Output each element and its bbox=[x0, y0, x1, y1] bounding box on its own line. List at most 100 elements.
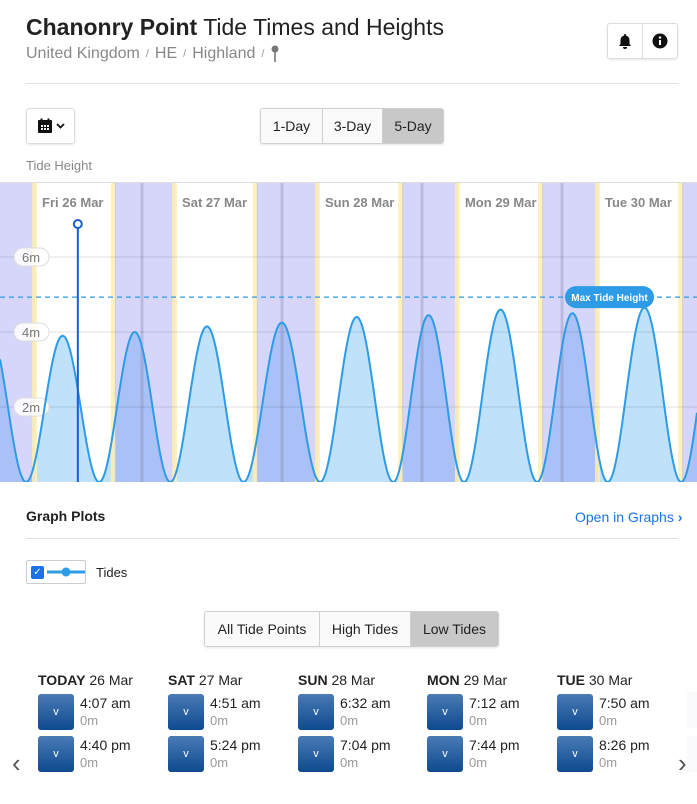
low-tide-arrow-icon[interactable]: v bbox=[298, 736, 334, 772]
tide-day: TODAY 26 Mar v 4:07 am 0m v 4:40 pm 0m bbox=[38, 672, 158, 778]
header-actions bbox=[607, 23, 678, 59]
tab-1-day[interactable]: 1-Day bbox=[261, 109, 322, 143]
tide-height: 0m bbox=[210, 755, 229, 770]
tide-entry: v 4:51 am 0m bbox=[168, 694, 288, 736]
next-day-preview bbox=[687, 672, 697, 772]
day-label: Sat 27 Mar bbox=[182, 195, 247, 210]
breadcrumb-separator: / bbox=[183, 48, 187, 60]
open-in-graphs-link[interactable]: Open in Graphs › bbox=[575, 509, 682, 525]
title-suffix: Tide Times and Heights bbox=[197, 14, 444, 40]
map-pin-icon[interactable] bbox=[270, 45, 280, 63]
tide-day-header: SUN 28 Mar bbox=[298, 672, 376, 688]
tide-chart[interactable]: 2m 4m 6m Max Tide Height Fri 26 Mar Sat 27 Ma… bbox=[0, 182, 697, 482]
tide-height: 0m bbox=[599, 755, 618, 770]
low-tide-arrow-icon[interactable]: v bbox=[557, 694, 593, 730]
divider bbox=[26, 83, 678, 84]
chevron-right-icon: › bbox=[677, 509, 683, 525]
day-label-date: 30 Mar bbox=[631, 195, 672, 210]
calendar-icon bbox=[37, 118, 52, 133]
tide-height: 0m bbox=[340, 755, 359, 770]
day-label-dow: Sat bbox=[182, 195, 203, 210]
tide-entry: v 5:24 pm 0m bbox=[168, 736, 288, 778]
low-tide-arrow-icon[interactable]: v bbox=[168, 694, 204, 730]
prev-button[interactable]: ‹ bbox=[12, 748, 21, 779]
day-label-date: 29 Mar bbox=[495, 195, 536, 210]
tide-time: 4:07 am bbox=[80, 695, 131, 711]
checkbox-checked-icon[interactable]: ✓ bbox=[31, 565, 44, 579]
location-name: Chanonry Point bbox=[26, 14, 198, 40]
tide-height: 0m bbox=[340, 713, 359, 728]
tab-all-tide-points[interactable]: All Tide Points bbox=[205, 612, 319, 646]
tab-3-day[interactable]: 3-Day bbox=[322, 109, 382, 143]
breadcrumb-country[interactable]: United Kingdom bbox=[26, 45, 140, 63]
low-tide-arrow-icon[interactable]: v bbox=[298, 694, 334, 730]
tide-entry: v 4:40 pm 0m bbox=[38, 736, 158, 778]
tide-time: 4:51 am bbox=[210, 695, 261, 711]
chevron-down-icon bbox=[55, 123, 65, 129]
tide-entry: v 6:32 am 0m bbox=[298, 694, 418, 736]
tide-time: 7:44 pm bbox=[469, 737, 520, 753]
tab-5-day[interactable]: 5-Day bbox=[382, 109, 443, 143]
tide-time: 5:24 pm bbox=[210, 737, 261, 753]
tides-toggle[interactable]: ✓ bbox=[26, 560, 86, 584]
tide-entry: v 7:50 am 0m bbox=[557, 694, 677, 736]
tide-day-header: TODAY 26 Mar bbox=[38, 672, 133, 688]
tide-day: SAT 27 Mar v 4:51 am 0m v 5:24 pm 0m bbox=[168, 672, 288, 778]
low-tide-arrow-icon[interactable]: v bbox=[557, 736, 593, 772]
day-label-date: 27 Mar bbox=[206, 195, 247, 210]
tide-height: 0m bbox=[469, 755, 488, 770]
day-label-dow: Sun bbox=[325, 195, 350, 210]
low-tide-arrow-icon[interactable]: v bbox=[427, 736, 463, 772]
day-label: Tue 30 Mar bbox=[605, 195, 672, 210]
low-tide-arrow-icon[interactable]: v bbox=[427, 694, 463, 730]
day-label-date: 26 Mar bbox=[62, 195, 103, 210]
breadcrumb: United Kingdom / HE / Highland / bbox=[26, 45, 280, 63]
tab-low-tides[interactable]: Low Tides bbox=[410, 612, 498, 646]
day-label-dow: Mon bbox=[465, 195, 492, 210]
tide-height: 0m bbox=[80, 713, 99, 728]
next-button[interactable]: › bbox=[678, 748, 687, 779]
tab-high-tides[interactable]: High Tides bbox=[319, 612, 410, 646]
alerts-button[interactable] bbox=[608, 24, 642, 58]
tide-time: 7:04 pm bbox=[340, 737, 391, 753]
tide-entry: v 4:07 am 0m bbox=[38, 694, 158, 736]
day-label: Sun 28 Mar bbox=[325, 195, 394, 210]
y-tick-label: 2m bbox=[22, 400, 40, 415]
tide-entry: v 7:12 am 0m bbox=[427, 694, 547, 736]
day-label-dow: Tue bbox=[605, 195, 627, 210]
tide-day-header: TUE 30 Mar bbox=[557, 672, 633, 688]
day-label-dow: Fri bbox=[42, 195, 59, 210]
info-icon bbox=[652, 33, 668, 49]
chart-label: Tide Height bbox=[26, 158, 92, 173]
max-tide-label: Max Tide Height bbox=[571, 293, 648, 304]
line-legend-icon bbox=[47, 567, 85, 577]
bell-icon bbox=[619, 34, 631, 49]
tide-entry: v 7:44 pm 0m bbox=[427, 736, 547, 778]
current-time-handle[interactable] bbox=[72, 219, 83, 229]
low-tide-arrow-icon[interactable]: v bbox=[168, 736, 204, 772]
y-tick-label: 6m bbox=[22, 250, 40, 265]
tide-day-header: SAT 27 Mar bbox=[168, 672, 243, 688]
breadcrumb-region[interactable]: HE bbox=[155, 45, 177, 63]
breadcrumb-area[interactable]: Highland bbox=[192, 45, 255, 63]
divider bbox=[26, 538, 678, 539]
day-label-date: 28 Mar bbox=[353, 195, 394, 210]
tide-filter-tabs: All Tide Points High Tides Low Tides bbox=[204, 611, 499, 647]
tide-time: 8:26 pm bbox=[599, 737, 650, 753]
tide-height: 0m bbox=[469, 713, 488, 728]
tide-entry: v 8:26 pm 0m bbox=[557, 736, 677, 778]
day-label: Fri 26 Mar bbox=[42, 195, 103, 210]
tide-day: SUN 28 Mar v 6:32 am 0m v 7:04 pm 0m bbox=[298, 672, 418, 778]
breadcrumb-separator: / bbox=[145, 48, 149, 60]
tide-day: TUE 30 Mar v 7:50 am 0m v 8:26 pm 0m bbox=[557, 672, 677, 778]
open-in-graphs-label: Open in Graphs bbox=[575, 509, 674, 525]
tide-height: 0m bbox=[599, 713, 618, 728]
low-tide-arrow-icon[interactable]: v bbox=[38, 694, 74, 730]
tide-time: 4:40 pm bbox=[80, 737, 131, 753]
date-picker-button[interactable] bbox=[26, 108, 75, 144]
range-tabs: 1-Day 3-Day 5-Day bbox=[260, 108, 444, 144]
info-button[interactable] bbox=[642, 24, 677, 58]
tide-entry: v 7:04 pm 0m bbox=[298, 736, 418, 778]
low-tide-arrow-icon[interactable]: v bbox=[38, 736, 74, 772]
day-label: Mon 29 Mar bbox=[465, 195, 537, 210]
